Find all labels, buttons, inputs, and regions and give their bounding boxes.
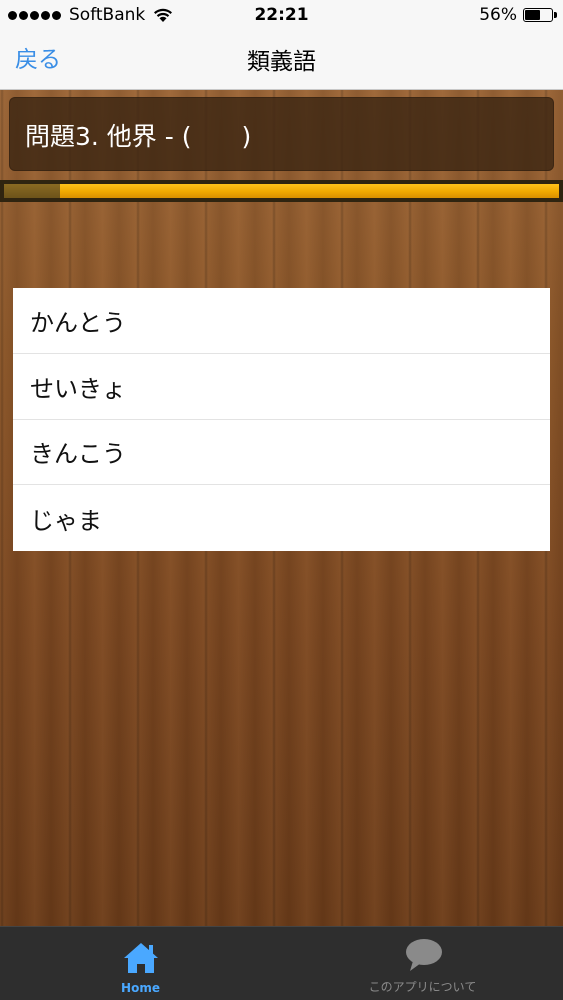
answer-option-4[interactable]: じゃま <box>13 485 550 551</box>
page-title: 類義語 <box>247 49 316 75</box>
tab-about-app[interactable]: このアプリについて <box>282 927 563 1000</box>
answer-option-1[interactable]: かんとう <box>13 288 550 354</box>
progress-remaining <box>4 184 559 198</box>
navigation-bar: 戻る 類義語 <box>0 32 563 90</box>
progress-completed <box>4 184 60 198</box>
answer-option-3[interactable]: きんこう <box>13 420 550 486</box>
speech-bubble-icon <box>405 939 442 971</box>
battery-icon <box>523 8 557 22</box>
question-text: 問題3. 他界 - ( ) <box>25 122 252 151</box>
tab-about-label: このアプリについて <box>368 980 477 994</box>
tab-home[interactable]: Home <box>0 927 281 1000</box>
question-panel: 問題3. 他界 - ( ) <box>9 97 554 171</box>
tab-bar: Home このアプリについて <box>0 926 563 1000</box>
answer-list: かんとう せいきょ きんこう じゃま <box>13 288 550 551</box>
progress-bar <box>0 180 563 202</box>
tab-home-label: Home <box>121 981 160 995</box>
status-right: 56% <box>479 5 557 25</box>
answer-option-2[interactable]: せいきょ <box>13 354 550 420</box>
status-bar: SoftBank 22:21 56% <box>0 0 563 32</box>
home-icon <box>123 943 158 973</box>
battery-percent: 56% <box>479 5 517 25</box>
battery-fill <box>525 10 540 20</box>
